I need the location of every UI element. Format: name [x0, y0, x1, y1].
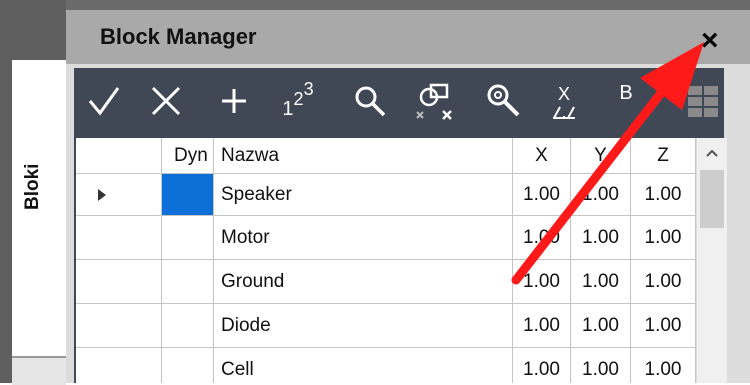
current-row-pointer-icon [98, 189, 106, 201]
b-replace-icon[interactable]: B [606, 68, 646, 134]
numbering-main: 1 [282, 97, 294, 120]
vertical-scrollbar[interactable] [696, 138, 727, 383]
z-cell[interactable]: 1.00 [631, 304, 696, 348]
name-cell[interactable]: Speaker [214, 174, 513, 216]
row-indicator[interactable] [76, 260, 162, 304]
side-tab-bloki[interactable] [12, 60, 67, 360]
y-cell[interactable]: 1.00 [571, 348, 631, 383]
header-dyn[interactable]: Dyn [162, 138, 214, 174]
window-frame-top [0, 0, 750, 10]
z-cell[interactable]: 1.00 [631, 216, 696, 260]
x-cell[interactable]: 1.00 [513, 216, 571, 260]
name-cell[interactable]: Diode [214, 304, 513, 348]
z-cell[interactable]: 1.00 [631, 348, 696, 383]
side-tab-corner [12, 356, 66, 385]
numbering-icon[interactable]: 1 2 3 [270, 68, 326, 134]
dyn-cell[interactable] [162, 348, 214, 383]
row-indicator[interactable] [76, 216, 162, 260]
x-cell[interactable]: 1.00 [513, 304, 571, 348]
x-cell[interactable]: 1.00 [513, 174, 571, 216]
blocks-table: Dyn Nazwa X Y Z Speaker 1.00 1.00 1.00 M… [76, 138, 696, 383]
row-indicator[interactable] [76, 174, 162, 216]
x-scale-icon[interactable]: X [544, 68, 584, 134]
header-z[interactable]: Z [631, 138, 696, 174]
header-y[interactable]: Y [571, 138, 631, 174]
name-cell[interactable]: Ground [214, 260, 513, 304]
title-bar[interactable]: Block Manager × [66, 10, 750, 64]
y-cell[interactable]: 1.00 [571, 216, 631, 260]
numbering-sup: 2 [293, 88, 304, 109]
scroll-up-icon[interactable] [697, 138, 727, 168]
x-cell[interactable]: 1.00 [513, 348, 571, 383]
close-x-icon[interactable] [144, 68, 188, 134]
header-row-indicator [76, 138, 162, 174]
zoom-to-icon[interactable] [478, 68, 528, 134]
name-cell[interactable]: Motor [214, 216, 513, 260]
z-cell[interactable]: 1.00 [631, 260, 696, 304]
search-icon[interactable] [348, 68, 392, 134]
y-cell[interactable]: 1.00 [571, 304, 631, 348]
dyn-cell[interactable] [162, 174, 214, 216]
dyn-cell[interactable] [162, 216, 214, 260]
x-cell[interactable]: 1.00 [513, 260, 571, 304]
row-indicator[interactable] [76, 348, 162, 383]
dyn-cell[interactable] [162, 304, 214, 348]
y-cell[interactable]: 1.00 [571, 174, 631, 216]
close-icon[interactable]: × [701, 26, 719, 56]
palette-title: Block Manager [100, 24, 257, 49]
y-cell[interactable]: 1.00 [571, 260, 631, 304]
checkmark-icon[interactable] [82, 68, 126, 134]
numbering-sup2: 3 [303, 78, 314, 99]
name-cell[interactable]: Cell [214, 348, 513, 383]
z-cell[interactable]: 1.00 [631, 174, 696, 216]
x-scale-letter: X [557, 83, 570, 104]
dyn-cell[interactable] [162, 260, 214, 304]
grid-view-icon[interactable] [682, 68, 724, 134]
header-x[interactable]: X [513, 138, 571, 174]
side-tab-label: Bloki [22, 163, 43, 210]
row-indicator[interactable] [76, 304, 162, 348]
plus-icon[interactable] [214, 68, 254, 134]
toolbar: 1 2 3 X B [74, 68, 724, 134]
scroll-thumb[interactable] [700, 170, 724, 228]
b-replace-letter: B [619, 82, 633, 104]
block-delete-icon[interactable] [410, 68, 460, 134]
header-name[interactable]: Nazwa [214, 138, 513, 174]
